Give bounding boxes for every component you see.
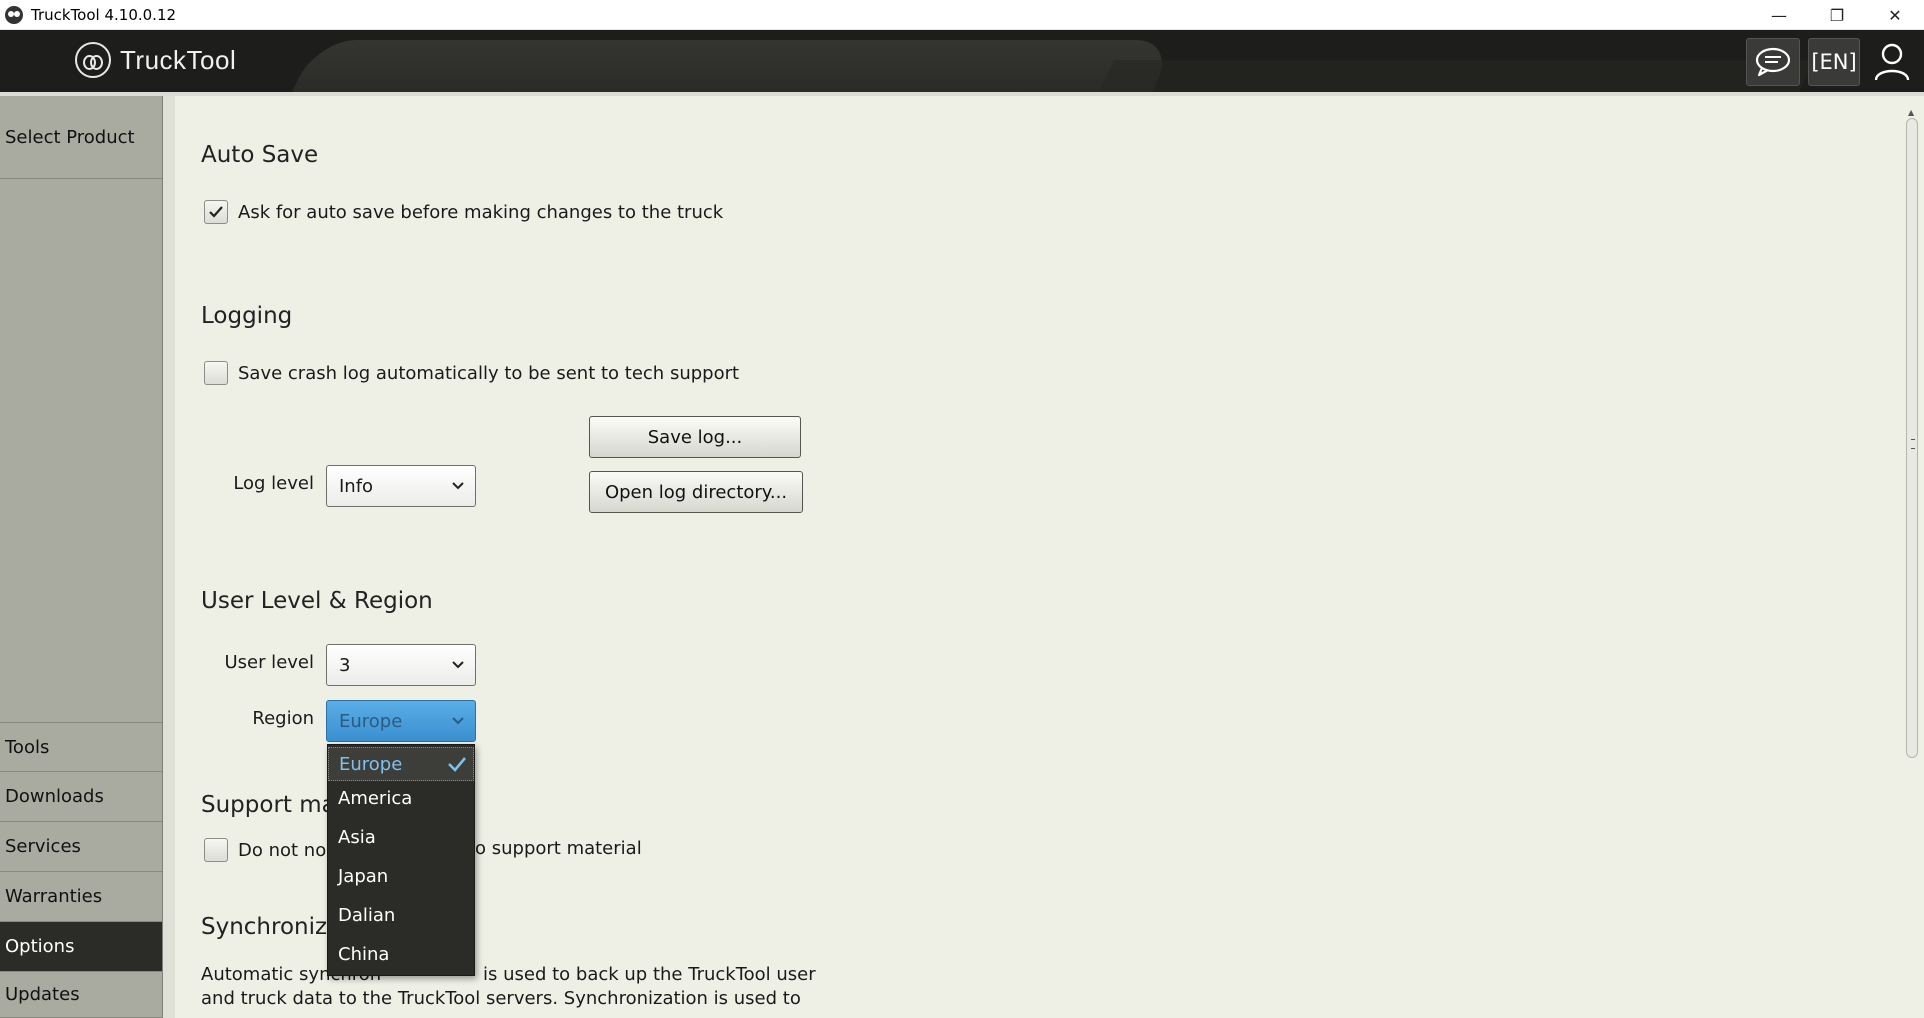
region-label: Region: [252, 708, 314, 729]
region-option-label: Europe: [339, 753, 403, 775]
open-log-directory-button[interactable]: Open log directory...: [589, 471, 803, 513]
scroll-up-icon[interactable]: ▲: [1908, 108, 1914, 117]
restore-button[interactable]: ❐: [1808, 0, 1866, 30]
region-option-label: Asia: [338, 826, 376, 848]
checkmark-icon: [448, 757, 466, 772]
user-level-select[interactable]: 3: [326, 644, 476, 686]
window-title: TruckTool 4.10.0.12: [31, 5, 177, 24]
region-option-china[interactable]: China: [328, 937, 474, 971]
region-option-label: Japan: [338, 865, 389, 887]
logo-icon: [75, 42, 111, 78]
user-region-title: User Level & Region: [201, 588, 433, 614]
chat-bubble-icon: [1755, 47, 1791, 77]
chevron-down-icon: [452, 717, 464, 725]
minimize-button[interactable]: —: [1750, 0, 1808, 30]
support-notify-row-right: o support material: [475, 838, 642, 859]
region-option-dalian[interactable]: Dalian: [328, 898, 474, 932]
synchronization-title: Synchroniz: [201, 914, 328, 940]
region-option-europe[interactable]: Europe: [328, 747, 474, 781]
app-icon: [5, 5, 23, 24]
header-decoration-2: [1086, 60, 1814, 96]
region-option-america[interactable]: America: [328, 781, 474, 815]
sidebar-item-updates[interactable]: Updates: [0, 972, 162, 1018]
region-option-label: China: [338, 943, 390, 965]
sync-text-line1-right: is used to back up the TruckTool user: [483, 964, 816, 985]
sidebar-item-downloads[interactable]: Downloads: [0, 772, 162, 822]
auto-save-label: Ask for auto save before making changes …: [238, 201, 724, 223]
log-level-label: Log level: [233, 473, 314, 494]
chat-button[interactable]: [1746, 38, 1800, 86]
chevron-down-icon: [452, 661, 464, 669]
support-notify-label-right: o support material: [475, 838, 642, 859]
region-option-asia[interactable]: Asia: [328, 820, 474, 854]
header-decoration: [283, 40, 1177, 96]
restore-icon: ❐: [1829, 5, 1845, 25]
region-select[interactable]: Europe: [326, 700, 476, 742]
region-value: Europe: [339, 710, 403, 732]
sidebar: Select Product Tools Downloads Services …: [0, 96, 163, 1018]
crash-log-row: Save crash log automatically to be sent …: [204, 361, 739, 385]
auto-save-title: Auto Save: [201, 142, 319, 168]
support-notify-checkbox[interactable]: [204, 838, 228, 862]
crash-log-label: Save crash log automatically to be sent …: [238, 362, 740, 384]
support-notify-label-left: Do not no: [238, 839, 327, 861]
sync-text-line2: and truck data to the TruckTool servers.…: [201, 988, 801, 1009]
close-icon: ✕: [1888, 5, 1902, 25]
grip-icon: [1911, 439, 1915, 449]
synchronization-description: Automatic synchron is used to back up th…: [201, 963, 841, 1011]
region-dropdown-list: Europe America Asia Japan Dalian China: [327, 744, 475, 976]
auto-save-checkbox[interactable]: [204, 200, 228, 224]
app-header: TruckTool [EN]: [0, 30, 1924, 96]
user-icon: [1874, 43, 1910, 81]
region-option-japan[interactable]: Japan: [328, 859, 474, 893]
vertical-scrollbar[interactable]: ▲: [1902, 108, 1922, 1018]
support-material-title: Support ma: [201, 792, 336, 818]
save-log-button[interactable]: Save log...: [589, 416, 801, 458]
user-level-value: 3: [339, 654, 351, 676]
language-button[interactable]: [EN]: [1808, 38, 1860, 86]
minimize-icon: —: [1771, 5, 1787, 25]
sidebar-item-tools[interactable]: Tools: [0, 722, 162, 772]
chevron-down-icon: [452, 482, 464, 490]
sidebar-item-warranties[interactable]: Warranties: [0, 872, 162, 922]
user-button[interactable]: [1872, 38, 1912, 86]
window-controls: — ❐ ✕: [1750, 0, 1924, 30]
user-level-label: User level: [224, 652, 314, 673]
window-titlebar: TruckTool 4.10.0.12 — ❐ ✕: [0, 0, 1924, 30]
logo: TruckTool: [75, 42, 236, 78]
crash-log-checkbox[interactable]: [204, 361, 228, 385]
sidebar-item-options[interactable]: Options: [0, 922, 162, 972]
logo-text: TruckTool: [120, 44, 237, 75]
scroll-thumb[interactable]: [1906, 118, 1918, 758]
header-actions: [EN]: [1746, 38, 1924, 86]
region-option-label: America: [338, 787, 413, 809]
region-option-label: Dalian: [338, 904, 396, 926]
sidebar-item-select-product[interactable]: Select Product: [0, 96, 162, 179]
sidebar-item-services[interactable]: Services: [0, 822, 162, 872]
close-button[interactable]: ✕: [1866, 0, 1924, 30]
logging-title: Logging: [201, 303, 293, 329]
checkmark-icon: [209, 206, 223, 218]
log-level-select[interactable]: Info: [326, 465, 476, 507]
auto-save-row: Ask for auto save before making changes …: [204, 200, 723, 224]
log-level-value: Info: [339, 475, 374, 497]
support-notify-row: Do not no: [204, 838, 326, 862]
